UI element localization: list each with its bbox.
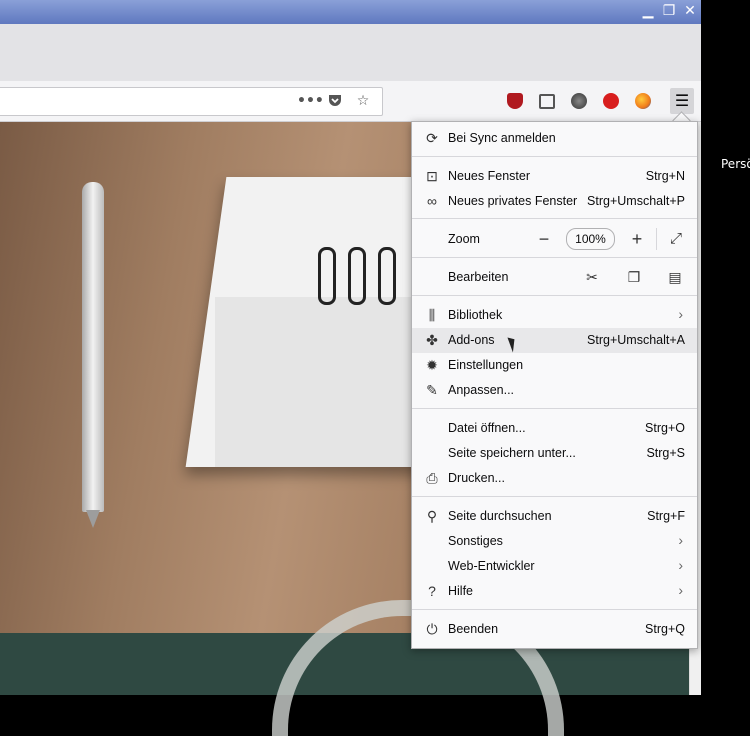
- separator: [412, 496, 697, 497]
- abp-icon[interactable]: [603, 93, 619, 109]
- help-icon: ?: [428, 583, 436, 599]
- separator: [412, 408, 697, 409]
- bookmark-star-icon[interactable]: ☆: [353, 92, 373, 110]
- menu-shortcut: Strg+S: [646, 446, 685, 460]
- menu-label: Seite durchsuchen: [448, 509, 552, 523]
- page-actions-icon[interactable]: •••: [297, 92, 324, 110]
- sidebar-icon[interactable]: [539, 94, 555, 109]
- menu-item-web-developer[interactable]: Web-Entwickler ›: [412, 554, 697, 579]
- menu-shortcut: Strg+O: [645, 421, 685, 435]
- menu-label: Seite speichern unter...: [448, 446, 576, 460]
- menu-label: Sonstiges: [448, 534, 503, 548]
- power-icon: ⏻: [426, 621, 438, 637]
- menu-item-open-file[interactable]: Datei öffnen... Strg+O: [412, 416, 697, 441]
- zoom-in-icon[interactable]: +: [627, 229, 647, 249]
- search-icon: ⚲: [426, 508, 438, 524]
- menu-label: Add-ons: [448, 333, 495, 347]
- paste-icon[interactable]: ▤: [665, 267, 685, 287]
- ring: [318, 247, 336, 305]
- restore-icon[interactable]: ❐: [661, 3, 677, 19]
- minimize-icon[interactable]: ▁: [640, 3, 656, 19]
- pocket-icon[interactable]: [325, 92, 345, 110]
- menu-item-quit[interactable]: ⏻ Beenden Strg+Q: [412, 617, 697, 642]
- menu-item-library[interactable]: ⫼ Bibliothek ›: [412, 303, 697, 328]
- firefox-icon[interactable]: [635, 93, 651, 109]
- ublock-icon[interactable]: [507, 93, 523, 109]
- menu-label: Hilfe: [448, 584, 474, 598]
- separator: [412, 218, 697, 219]
- pen-image: [82, 182, 104, 512]
- chevron-right-icon: ›: [678, 582, 683, 598]
- menu-item-addons[interactable]: ✤ Add-ons Strg+Umschalt+A: [412, 328, 697, 353]
- close-icon[interactable]: ✕: [682, 3, 698, 19]
- menu-label: Bibliothek: [448, 308, 503, 322]
- private-mask-icon: ∞: [427, 193, 437, 209]
- tab-strip: [0, 24, 701, 82]
- separator: [412, 156, 697, 157]
- window-titlebar: ▁ ❐ ✕: [0, 0, 701, 25]
- zoom-divider: [656, 228, 657, 250]
- chevron-right-icon: ›: [678, 532, 683, 548]
- pen-tip: [86, 510, 100, 528]
- library-icon: ⫼: [428, 307, 436, 323]
- menu-label: Bei Sync anmelden: [448, 131, 556, 145]
- sync-icon: ⟳: [426, 130, 438, 146]
- navigation-toolbar: ••• ☆: [0, 81, 701, 122]
- menu-label: Einstellungen: [448, 358, 524, 372]
- menu-item-new-window[interactable]: ⊡ Neues Fenster Strg+N: [412, 164, 697, 189]
- ring: [378, 247, 396, 305]
- separator: [412, 257, 697, 258]
- menu-item-sync[interactable]: ⟳ Bei Sync anmelden: [412, 126, 697, 151]
- menu-item-find[interactable]: ⚲ Seite durchsuchen Strg+F: [412, 504, 697, 529]
- puzzle-icon: ✤: [426, 332, 438, 348]
- separator: [412, 609, 697, 610]
- menu-label: Datei öffnen...: [448, 421, 526, 435]
- menu-label: Neues privates Fenster: [448, 194, 578, 208]
- menu-shortcut: Strg+Umschalt+P: [587, 194, 685, 208]
- app-menu-panel: ⟳ Bei Sync anmelden ⊡ Neues Fenster Strg…: [411, 121, 698, 649]
- url-bar[interactable]: ••• ☆: [0, 87, 383, 116]
- menu-shortcut: Strg+Umschalt+A: [587, 333, 685, 347]
- menu-item-print[interactable]: ⎙ Drucken...: [412, 466, 697, 491]
- menu-shortcut: Strg+F: [647, 509, 685, 523]
- hamburger-icon[interactable]: ☰: [670, 88, 694, 114]
- chevron-right-icon: ›: [678, 306, 683, 322]
- menu-label: Zoom: [448, 232, 480, 246]
- menu-item-private-window[interactable]: ∞ Neues privates Fenster Strg+Umschalt+P: [412, 189, 697, 214]
- zoom-out-icon[interactable]: −: [534, 229, 554, 249]
- separator: [412, 295, 697, 296]
- menu-label: Bearbeiten: [448, 270, 509, 284]
- paintbrush-icon: ✎: [426, 382, 438, 398]
- new-window-icon: ⊡: [426, 168, 438, 184]
- menu-label: Beenden: [448, 622, 499, 636]
- chevron-right-icon: ›: [678, 557, 683, 573]
- menu-shortcut: Strg+N: [645, 169, 685, 183]
- menu-label: Web-Entwickler: [448, 559, 535, 573]
- menu-item-zoom: Zoom: [412, 227, 697, 252]
- ext-gray-icon[interactable]: [571, 93, 587, 109]
- side-text: Persö: [721, 157, 750, 171]
- menu-item-settings[interactable]: ✹ Einstellungen: [412, 353, 697, 378]
- menu-shortcut: Strg+Q: [645, 622, 685, 636]
- menu-item-edit: Bearbeiten: [412, 265, 697, 290]
- printer-icon: ⎙: [426, 470, 438, 486]
- gear-icon: ✹: [426, 357, 438, 373]
- menu-label: Neues Fenster: [448, 169, 530, 183]
- zoom-reset-button[interactable]: 100%: [566, 228, 615, 250]
- copy-icon[interactable]: ❐: [624, 267, 644, 287]
- menu-label: Anpassen...: [448, 383, 515, 397]
- menu-item-help[interactable]: ? Hilfe ›: [412, 579, 697, 604]
- menu-item-customize[interactable]: ✎ Anpassen...: [412, 378, 697, 403]
- cut-icon[interactable]: ✂: [582, 267, 602, 287]
- ring: [348, 247, 366, 305]
- menu-item-more[interactable]: Sonstiges ›: [412, 529, 697, 554]
- fullscreen-icon[interactable]: ⤢: [666, 229, 686, 249]
- menu-label: Drucken...: [448, 471, 505, 485]
- menu-item-save-page[interactable]: Seite speichern unter... Strg+S: [412, 441, 697, 466]
- desktop-area: [701, 0, 750, 695]
